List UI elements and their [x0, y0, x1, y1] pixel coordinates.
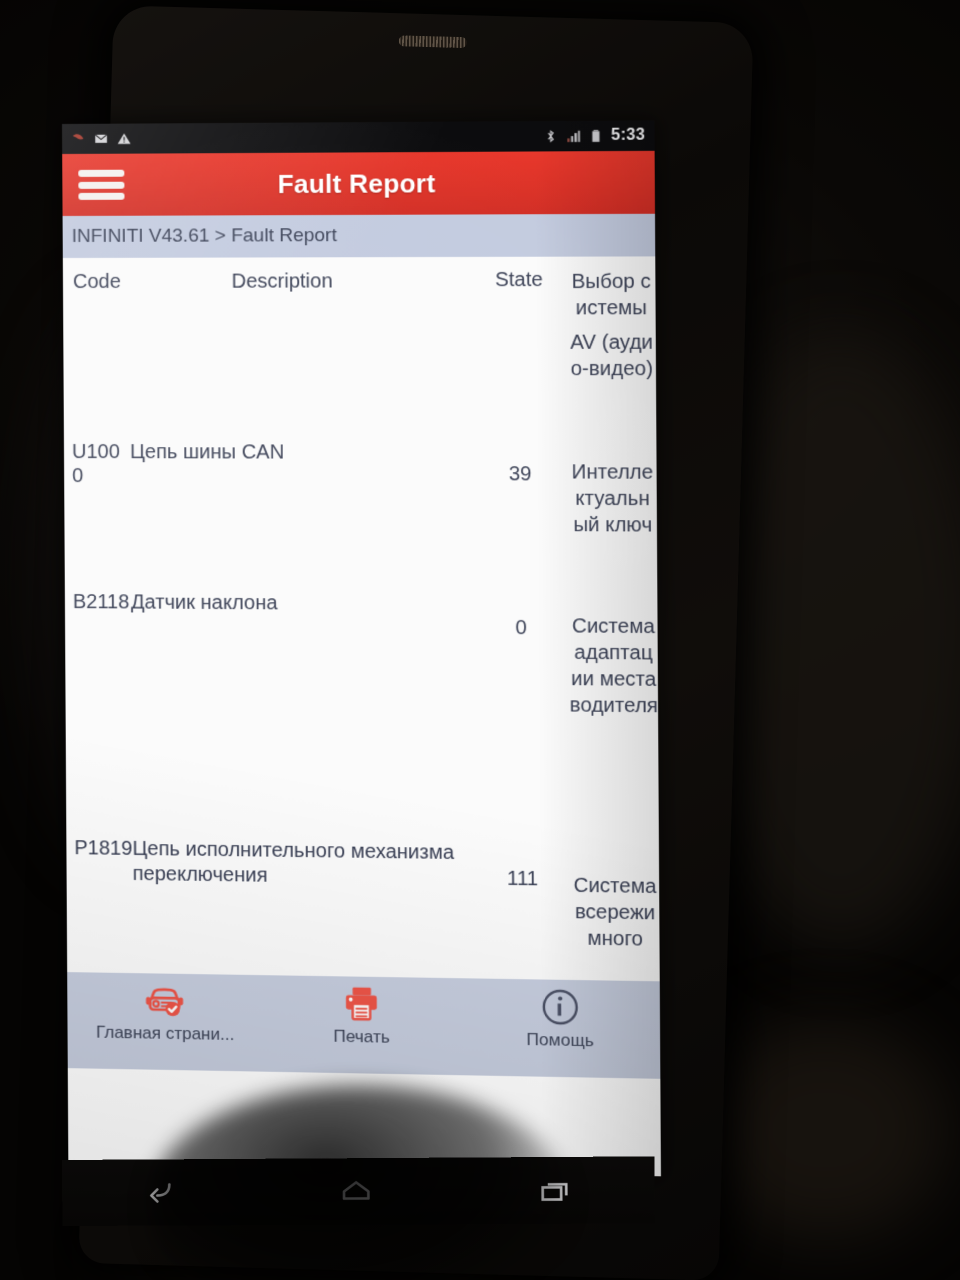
breadcrumb[interactable]: INFINITI V43.61 > Fault Report	[62, 213, 656, 259]
column-header-description: Description	[231, 270, 333, 293]
toolbar-item-print[interactable]: Печать	[263, 981, 461, 1049]
cell-code: B2118	[72, 591, 130, 614]
cell-code: P1819	[74, 837, 133, 860]
toolbar-item-help-label: Помощь	[526, 1029, 594, 1051]
recent-apps-icon[interactable]	[537, 1176, 572, 1205]
cell-description: Цепь шины CAN	[130, 441, 285, 464]
toolbar-item-home[interactable]: Главная страни...	[67, 978, 263, 1045]
cell-system: Система всережимного	[573, 874, 657, 951]
fault-report-table: Code Description State Выбор системы AV …	[62, 256, 661, 1079]
speaker-grille	[398, 35, 467, 49]
cell-system: Система адаптации места водителя	[569, 615, 659, 718]
app-bar: Fault Report	[62, 150, 655, 216]
toolbar-item-help[interactable]: Помощь	[460, 984, 660, 1052]
status-bar-left-icons	[71, 132, 131, 146]
cell-description: Датчик наклона	[130, 591, 278, 615]
app-notification-icon	[72, 134, 84, 140]
cell-system: AV (аудио-видео)	[570, 331, 654, 381]
printer-icon	[342, 982, 381, 1025]
column-header-code: Code	[72, 270, 121, 293]
cell-code: U1000	[71, 441, 120, 488]
background-blur-bottom-right	[700, 1020, 950, 1240]
bluetooth-icon	[543, 129, 557, 143]
cell-state: 111	[506, 867, 539, 891]
info-circle-icon	[539, 986, 580, 1029]
toolbar-item-print-label: Печать	[333, 1026, 390, 1047]
photo-background: 5:33 Fault Report INFINITI V43.61 > Faul…	[0, 0, 960, 1280]
android-nav-bar	[62, 1156, 655, 1226]
mail-icon	[94, 134, 108, 143]
table-header-row: Code Description State Выбор системы	[63, 256, 656, 328]
cell-state: 39	[508, 463, 532, 486]
home-icon[interactable]	[339, 1177, 374, 1205]
device-screen: 5:33 Fault Report INFINITI V43.61 > Faul…	[62, 120, 661, 1177]
table-row[interactable]: B2118 Датчик наклона 0 Система адаптации…	[65, 584, 659, 837]
hamburger-menu-icon[interactable]	[78, 168, 125, 202]
bottom-toolbar: Главная страни... Печать Помощь	[67, 972, 661, 1079]
status-bar-clock: 5:33	[611, 126, 646, 144]
column-header-state: State	[494, 268, 543, 292]
table-row[interactable]: U1000 Цепь шины CAN 39 Интеллектуальный …	[64, 434, 657, 587]
page-title: Fault Report	[277, 167, 436, 199]
toolbar-item-home-label: Главная страни...	[95, 1022, 235, 1045]
battery-icon	[592, 130, 600, 142]
cell-system: Интеллектуальный ключ	[571, 461, 654, 537]
warning-triangle-icon	[117, 133, 131, 144]
cell-state: 0	[515, 616, 527, 640]
cell-description: Цепь исполнительного механизма переключе…	[132, 837, 455, 887]
status-bar-right-icons: 5:33	[543, 127, 645, 146]
column-header-system: Выбор системы	[571, 270, 651, 320]
car-check-icon	[143, 979, 187, 1022]
android-status-bar: 5:33	[62, 120, 655, 154]
signal-bars-icon	[567, 130, 580, 143]
back-arrow-icon[interactable]	[143, 1178, 177, 1206]
table-row[interactable]: AV (аудио-видео)	[63, 327, 656, 435]
